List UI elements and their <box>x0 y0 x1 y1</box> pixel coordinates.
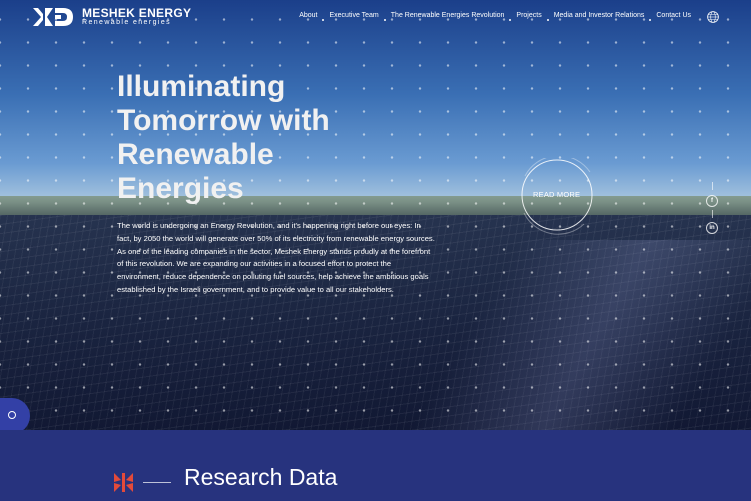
social-divider <box>712 182 713 190</box>
hero-section <box>0 0 751 430</box>
accessibility-icon[interactable] <box>8 411 16 419</box>
hero-description: The world is undergoing an Energy Revolu… <box>117 220 435 297</box>
research-section <box>0 430 751 501</box>
nav-item-media-investors[interactable]: Media and Investor Relations <box>546 12 644 21</box>
nav-item-about[interactable]: About <box>299 12 317 19</box>
hero-paragraph-1: The world is undergoing an Energy Revolu… <box>117 221 435 243</box>
brand-tagline: Renewable energies <box>82 19 172 26</box>
globe-icon[interactable] <box>707 11 719 23</box>
linkedin-icon[interactable]: in <box>706 222 718 234</box>
logo-icon[interactable] <box>33 8 73 26</box>
nav-item-projects[interactable]: Projects <box>509 12 542 21</box>
hero-paragraph-2: As one of the leading companies in the s… <box>117 246 431 294</box>
main-nav: About Executive Team The Renewable Energ… <box>287 12 691 21</box>
facebook-icon[interactable]: f <box>706 195 718 207</box>
read-more-button[interactable]: READ MORE <box>533 190 580 199</box>
hero-title: Illuminating Tomorrow with Renewable Ene… <box>117 70 330 205</box>
brand-name[interactable]: MESHEK ENERGY <box>82 6 191 20</box>
research-title: Research Data <box>184 464 338 490</box>
nav-item-contact[interactable]: Contact Us <box>649 12 691 21</box>
dot-grid-overlay <box>0 0 751 430</box>
social-divider <box>712 210 713 218</box>
nav-item-executive-team[interactable]: Executive Team <box>322 12 379 21</box>
nav-item-revolution[interactable]: The Renewable Energies Revolution <box>383 12 504 21</box>
site-header: MESHEK ENERGY Renewable energies About E… <box>0 0 751 34</box>
research-title-line <box>143 482 171 483</box>
research-logo-icon <box>114 473 133 492</box>
